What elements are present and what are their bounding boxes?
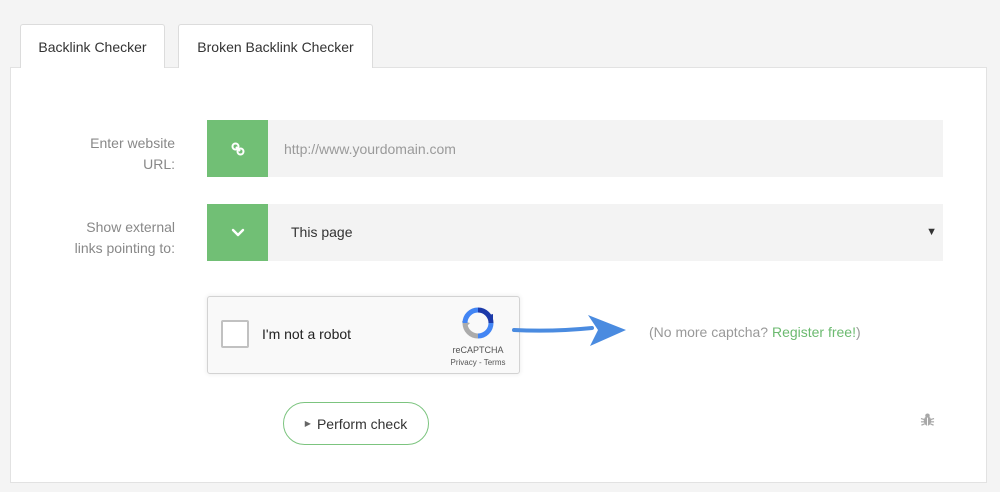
link-separator: - <box>476 358 484 367</box>
arrow-right-icon <box>512 315 626 346</box>
website-url-input[interactable] <box>268 120 943 177</box>
tab-broken-backlink-checker[interactable]: Broken Backlink Checker <box>178 24 373 68</box>
tab-label: Broken Backlink Checker <box>197 38 354 55</box>
terms-link[interactable]: Terms <box>484 358 506 367</box>
chevron-icon-box <box>207 204 268 261</box>
links-label: Show external links pointing to: <box>74 219 175 256</box>
caret-down-icon: ▼ <box>926 226 937 238</box>
chevron-down-icon <box>231 228 244 236</box>
recaptcha-checkbox[interactable] <box>221 320 249 348</box>
register-link[interactable]: Register free! <box>772 324 856 340</box>
perform-check-button[interactable]: ▶ Perform check <box>283 402 429 445</box>
recaptcha-brand: reCAPTCHA <box>452 345 504 355</box>
bug-icon[interactable] <box>920 412 935 427</box>
perform-check-label: Perform check <box>316 415 408 432</box>
play-icon: ▶ <box>304 419 311 428</box>
tab-backlink-checker[interactable]: Backlink Checker <box>20 24 165 68</box>
url-field <box>207 120 943 177</box>
privacy-link[interactable]: Privacy <box>451 358 477 367</box>
recaptcha-logo-icon <box>462 307 494 339</box>
tab-label: Backlink Checker <box>38 38 147 55</box>
register-note: (No more captcha? Register free!) <box>649 324 861 340</box>
recaptcha-widget: I'm not a robot reCAPTCHA Privacy - Term… <box>207 296 520 374</box>
links-target-select[interactable]: This page ▼ <box>207 204 943 261</box>
link-icon <box>231 142 244 155</box>
select-value: This page <box>291 224 353 240</box>
recaptcha-links: Privacy - Terms <box>436 358 520 367</box>
recaptcha-label: I'm not a robot <box>262 326 352 342</box>
url-label: Enter website URL: <box>90 135 175 172</box>
link-icon-box <box>207 120 268 177</box>
